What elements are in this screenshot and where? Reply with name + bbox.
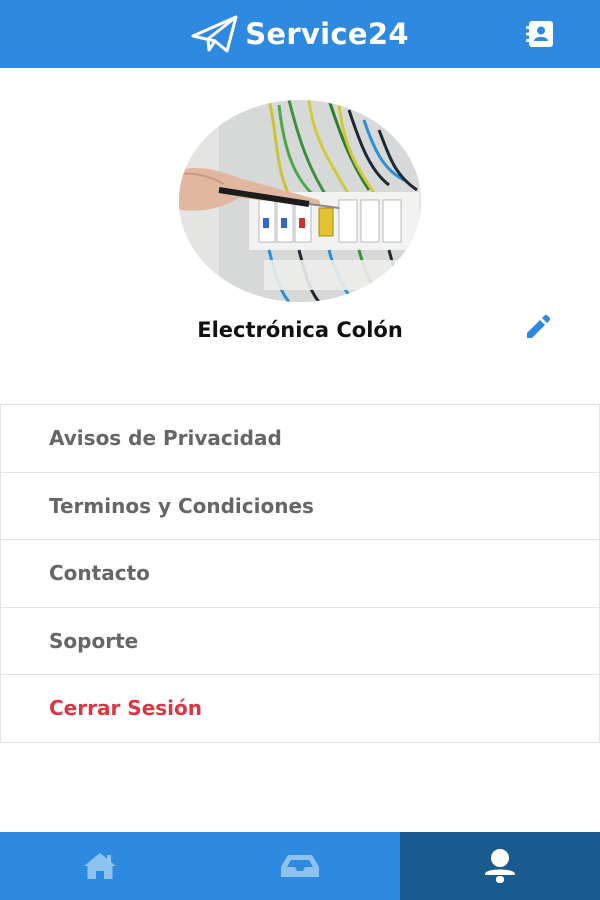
logout-button[interactable]: Cerrar Sesión bbox=[0, 675, 600, 743]
bottom-nav bbox=[0, 832, 600, 900]
user-icon bbox=[485, 849, 515, 883]
brand-name: Service24 bbox=[245, 17, 409, 51]
tab-profile[interactable] bbox=[400, 832, 600, 900]
profile-name: Electrónica Colón bbox=[197, 318, 403, 342]
profile-photo bbox=[179, 100, 421, 302]
menu-item-contacto[interactable]: Contacto bbox=[0, 540, 600, 608]
pencil-icon[interactable] bbox=[524, 313, 552, 341]
inbox-icon bbox=[281, 855, 319, 877]
address-book-icon[interactable] bbox=[526, 20, 554, 48]
menu-item-soporte[interactable]: Soporte bbox=[0, 607, 600, 675]
menu-item-terminos-condiciones[interactable]: Terminos y Condiciones bbox=[0, 472, 600, 540]
menu-item-avisos-privacidad[interactable]: Avisos de Privacidad bbox=[0, 405, 600, 473]
settings-menu: Avisos de Privacidad Terminos y Condicio… bbox=[0, 404, 600, 743]
brand: Service24 bbox=[191, 14, 409, 54]
tab-home[interactable] bbox=[0, 832, 200, 900]
home-icon bbox=[84, 853, 116, 879]
electrical-panel-photo bbox=[179, 100, 421, 302]
app-header: Service24 bbox=[0, 0, 600, 68]
tab-inbox[interactable] bbox=[200, 832, 400, 900]
paper-plane-icon bbox=[191, 15, 238, 53]
